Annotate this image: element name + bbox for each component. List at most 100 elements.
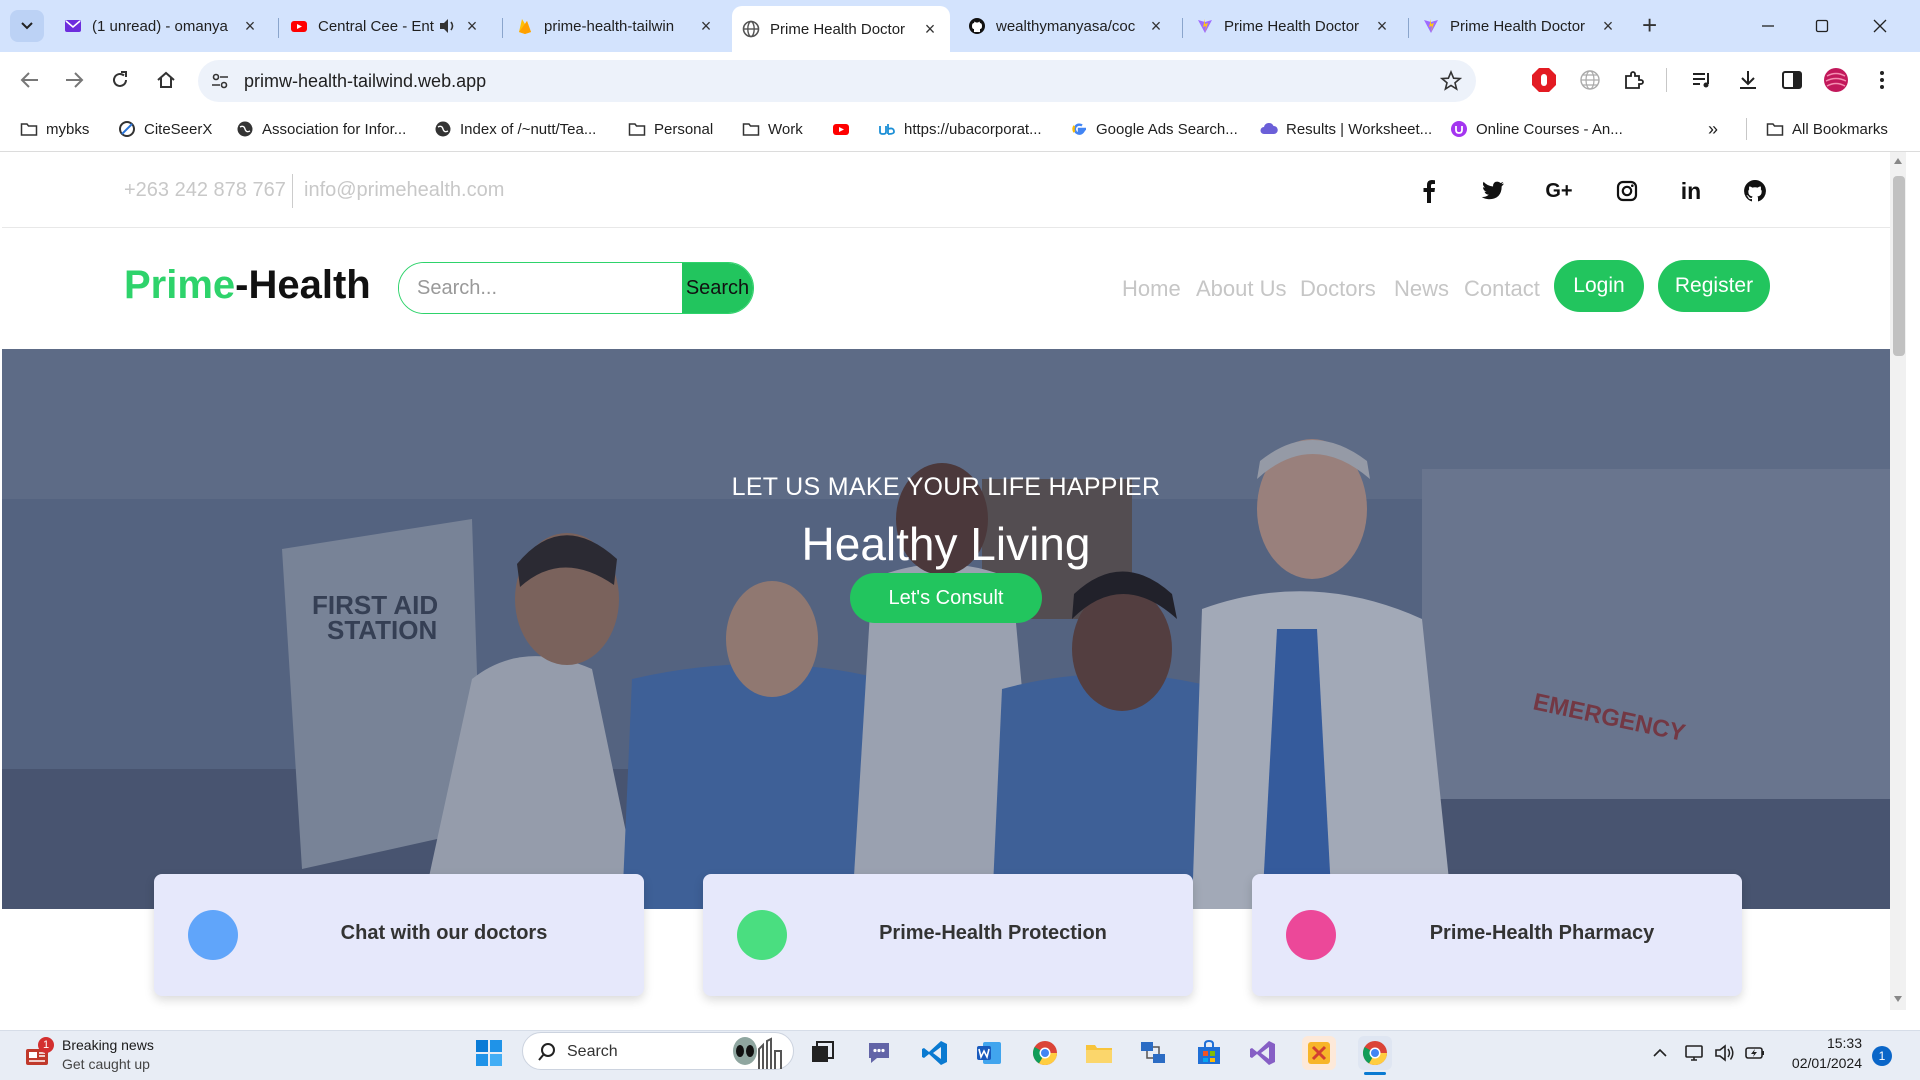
tab-prime-health-2[interactable]: Prime Health Doctor ×	[1186, 8, 1402, 44]
news-widget[interactable]: 1 Breaking news Get caught up	[24, 1030, 154, 1080]
scroll-up-icon[interactable]	[1894, 158, 1902, 164]
facebook-link[interactable]	[1416, 178, 1442, 204]
word-button[interactable]	[972, 1036, 1006, 1070]
close-tab-icon[interactable]: ×	[1598, 16, 1618, 36]
extensions-button[interactable]	[1620, 66, 1648, 94]
file-explorer-button[interactable]	[1082, 1036, 1116, 1070]
chrome-active-taskbar-button[interactable]	[1358, 1036, 1392, 1070]
maximize-button[interactable]	[1808, 12, 1836, 40]
tab-firebase[interactable]: prime-health-tailwin ×	[506, 8, 726, 44]
login-button[interactable]: Login	[1554, 260, 1644, 312]
profile-button[interactable]	[1822, 66, 1850, 94]
show-hidden-icons-button[interactable]	[1648, 1036, 1672, 1070]
minimize-button[interactable]	[1754, 12, 1782, 40]
url-text[interactable]: primw-health-tailwind.web.app	[244, 71, 486, 92]
visual-studio-button[interactable]	[1246, 1036, 1280, 1070]
github-link[interactable]	[1742, 178, 1768, 204]
reading-list-button[interactable]	[1688, 66, 1716, 94]
side-panel-icon	[1782, 71, 1802, 89]
tab-search-button[interactable]	[10, 10, 44, 42]
speaker-icon[interactable]	[438, 18, 456, 34]
email-address[interactable]: info@primehealth.com	[304, 179, 504, 202]
teams-chat-button[interactable]	[862, 1036, 896, 1070]
bookmark-index-nutt[interactable]: Index of /~nutt/Tea...	[434, 117, 596, 141]
tab-youtube[interactable]: Central Cee - Ent ×	[280, 8, 492, 44]
star-icon[interactable]	[1440, 70, 1462, 92]
scroll-down-icon[interactable]	[1894, 996, 1902, 1002]
close-window-button[interactable]	[1866, 12, 1894, 40]
feature-card-pharmacy[interactable]: Prime-Health Pharmacy	[1252, 874, 1742, 996]
bookmark-google-ads[interactable]: Google Ads Search...	[1070, 117, 1238, 141]
bookmark-mybks[interactable]: mybks	[20, 117, 89, 141]
back-button[interactable]	[16, 66, 44, 94]
all-bookmarks-button[interactable]: All Bookmarks	[1766, 117, 1888, 141]
nav-contact[interactable]: Contact	[1464, 276, 1540, 302]
adblock-extension-button[interactable]	[1530, 66, 1558, 94]
close-tab-icon[interactable]: ×	[1372, 16, 1392, 36]
bookmark-results-worksheet[interactable]: Results | Worksheet...	[1260, 117, 1432, 141]
close-tab-icon[interactable]: ×	[696, 16, 716, 36]
menu-button[interactable]	[1868, 66, 1896, 94]
register-button[interactable]: Register	[1658, 260, 1770, 312]
forward-button[interactable]	[60, 66, 88, 94]
bookmark-online-courses[interactable]: Online Courses - An...	[1450, 117, 1623, 141]
bookmark-personal[interactable]: Personal	[628, 117, 713, 141]
reload-button[interactable]	[106, 66, 134, 94]
remote-desktop-button[interactable]	[1136, 1036, 1170, 1070]
twitter-link[interactable]	[1480, 178, 1506, 204]
close-tab-icon[interactable]: ×	[462, 16, 482, 36]
nav-about-us[interactable]: About Us	[1196, 276, 1287, 302]
feature-card-chat[interactable]: Chat with our doctors	[154, 874, 644, 996]
bookmarks-overflow-button[interactable]: »	[1708, 117, 1718, 141]
system-clock[interactable]: 15:33 02/01/2024	[1782, 1033, 1862, 1073]
downloads-button[interactable]	[1734, 66, 1762, 94]
github-icon	[1744, 180, 1766, 202]
notification-badge[interactable]: 1	[1872, 1046, 1892, 1066]
google-plus-link[interactable]: G+	[1544, 178, 1574, 204]
bookmark-association[interactable]: Association for Infor...	[236, 117, 406, 141]
tab-yahoo-mail[interactable]: (1 unread) - omanya ×	[54, 8, 270, 44]
site-logo[interactable]: Prime-Health	[124, 263, 371, 308]
address-bar[interactable]: primw-health-tailwind.web.app	[198, 60, 1476, 102]
microsoft-store-button[interactable]	[1192, 1036, 1226, 1070]
side-panel-button[interactable]	[1778, 66, 1806, 94]
consult-button[interactable]: Let's Consult	[850, 573, 1042, 623]
phone-number[interactable]: +263 242 878 767	[124, 179, 286, 202]
site-info-icon[interactable]	[210, 71, 230, 91]
tab-github[interactable]: wealthymanyasa/coc ×	[958, 8, 1176, 44]
snipping-tool-button[interactable]	[1302, 1036, 1336, 1070]
start-button[interactable]	[472, 1036, 506, 1070]
tab-prime-health-3[interactable]: Prime Health Doctor ×	[1412, 8, 1628, 44]
visual-studio-icon	[1250, 1041, 1275, 1065]
new-tab-button[interactable]: +	[1642, 12, 1657, 38]
folder-icon	[1766, 123, 1784, 136]
close-tab-icon[interactable]: ×	[240, 16, 260, 36]
taskbar-search[interactable]: Search	[522, 1032, 794, 1070]
contact-info-bar: +263 242 878 767 info@primehealth.com G+…	[2, 152, 1890, 228]
bookmark-ubacorporate[interactable]: https://ubacorporat...	[878, 117, 1042, 141]
feature-card-protection[interactable]: Prime-Health Protection	[703, 874, 1193, 996]
instagram-link[interactable]	[1614, 178, 1640, 204]
search-input[interactable]	[399, 263, 682, 313]
bookmark-youtube[interactable]	[832, 117, 858, 141]
bookmark-citeseerx[interactable]: CiteSeerX	[118, 117, 212, 141]
search-button[interactable]: Search	[682, 263, 753, 313]
home-button[interactable]	[152, 66, 180, 94]
vscode-button[interactable]	[918, 1036, 952, 1070]
volume-control[interactable]	[1712, 1036, 1738, 1070]
close-tab-icon[interactable]: ×	[1146, 16, 1166, 36]
translate-extension-button[interactable]	[1576, 66, 1604, 94]
close-tab-icon[interactable]: ×	[920, 19, 940, 39]
bookmark-work[interactable]: Work	[742, 117, 803, 141]
linkedin-link[interactable]: in	[1678, 178, 1704, 204]
nav-news[interactable]: News	[1394, 276, 1449, 302]
network-status[interactable]	[1682, 1036, 1708, 1070]
page-scrollbar[interactable]	[1890, 152, 1906, 1010]
nav-home[interactable]: Home	[1122, 276, 1181, 302]
battery-status[interactable]	[1742, 1036, 1768, 1070]
nav-doctors[interactable]: Doctors	[1300, 276, 1376, 302]
scrollbar-thumb[interactable]	[1893, 176, 1905, 356]
chrome-taskbar-button[interactable]	[1028, 1036, 1062, 1070]
tab-prime-health-active[interactable]: Prime Health Doctor ×	[732, 6, 950, 52]
task-view-button[interactable]	[806, 1036, 840, 1070]
